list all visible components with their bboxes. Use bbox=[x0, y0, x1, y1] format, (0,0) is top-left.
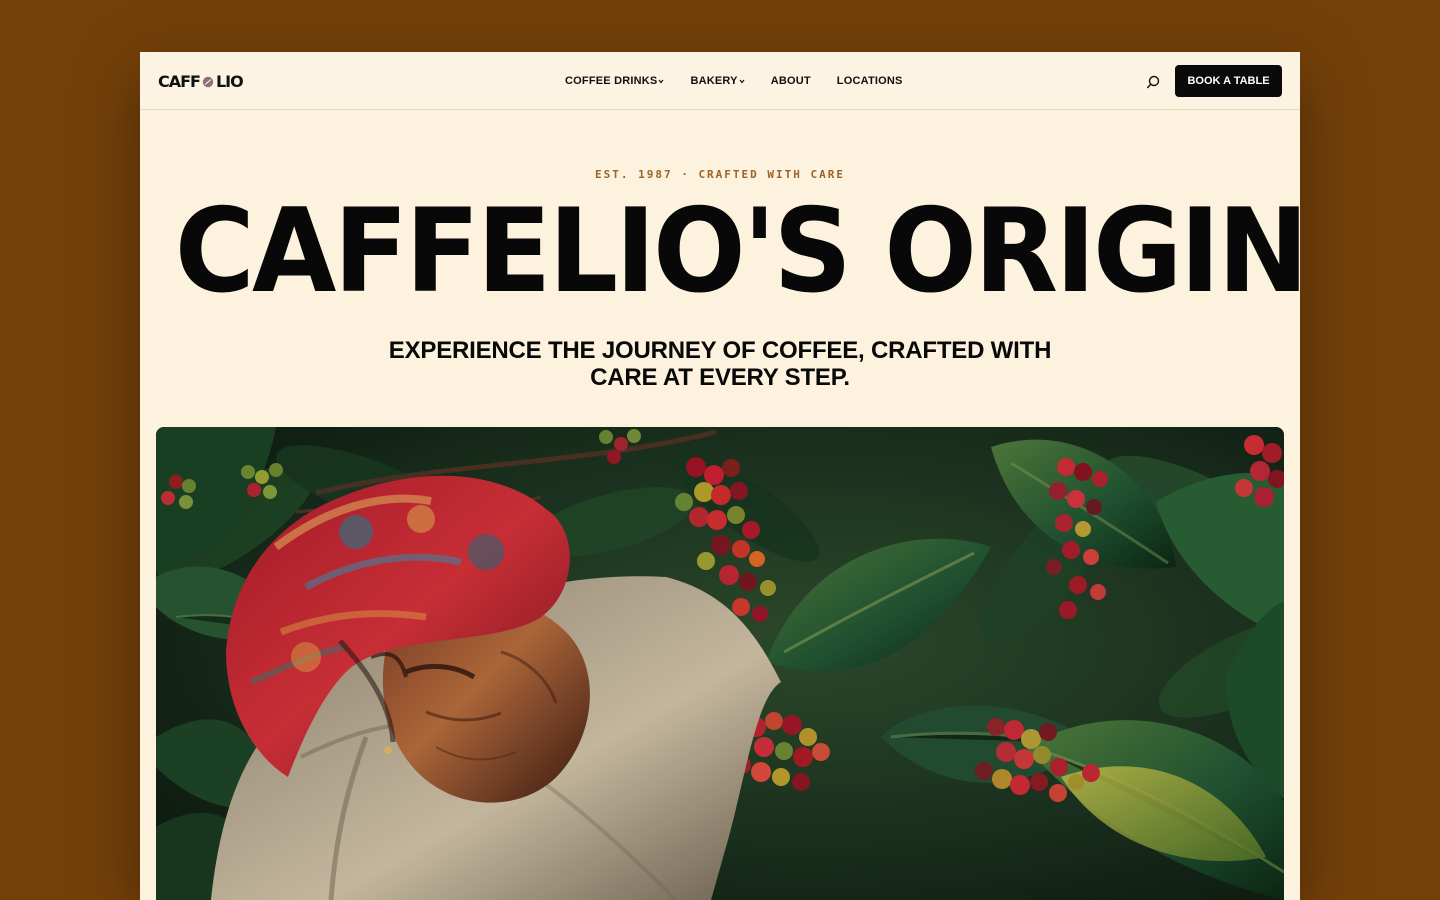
nav-coffee-drinks-label: COFFEE DRINKS bbox=[565, 75, 658, 87]
search-button[interactable] bbox=[1145, 74, 1161, 90]
chevron-down-icon bbox=[658, 79, 664, 84]
nav-locations-label: LOCATIONS bbox=[836, 75, 903, 87]
site-logo[interactable]: CAFF LIO bbox=[158, 71, 244, 93]
coffee-harvest-illustration bbox=[156, 427, 1284, 900]
site-header: CAFF LIO COFFEE DRINKS BAKERY ABOUT LOCA… bbox=[140, 52, 1300, 110]
nav-coffee-drinks[interactable]: COFFEE DRINKS bbox=[565, 75, 664, 87]
book-a-table-button[interactable]: BOOK A TABLE bbox=[1175, 65, 1282, 97]
nav-about-label: ABOUT bbox=[770, 75, 811, 87]
hero-eyebrow: EST. 1987 · CRAFTED WITH CARE bbox=[594, 168, 846, 181]
hero-subtitle: EXPERIENCE THE JOURNEY OF COFFEE, CRAFTE… bbox=[388, 337, 1052, 391]
nav-bakery-label: BAKERY bbox=[690, 75, 738, 87]
nav-locations[interactable]: LOCATIONS bbox=[837, 75, 903, 87]
coffee-bean-icon bbox=[202, 76, 214, 88]
nav-bakery[interactable]: BAKERY bbox=[690, 75, 745, 87]
main-navigation: COFFEE DRINKS BAKERY ABOUT LOCATIONS bbox=[565, 73, 903, 89]
search-icon bbox=[1146, 75, 1160, 89]
logo-prefix: CAFF bbox=[158, 72, 201, 91]
nav-about[interactable]: ABOUT bbox=[771, 75, 811, 87]
coffee-harvest-image bbox=[156, 427, 1284, 900]
page: CAFF LIO COFFEE DRINKS BAKERY ABOUT LOCA… bbox=[140, 52, 1300, 900]
logo-suffix: LIO bbox=[215, 72, 244, 91]
chevron-down-icon bbox=[739, 79, 745, 84]
hero-title: CAFFELIO'S ORIGIN bbox=[174, 184, 1300, 319]
